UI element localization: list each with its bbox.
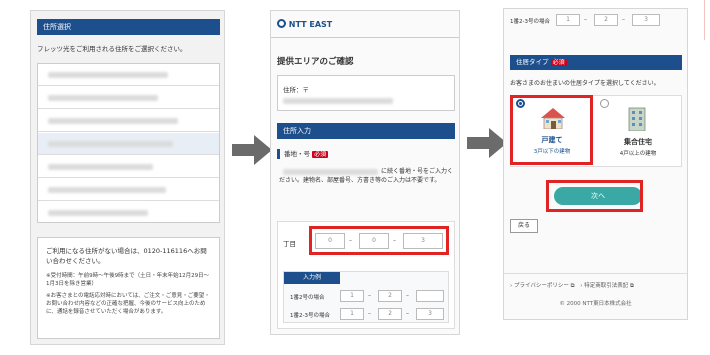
banchi-instruction: に続く番地・号をご入力ください。建物名、部屋番号、方書き等のご入力は不要です。: [279, 168, 454, 184]
example1-field-2: 2: [378, 290, 402, 302]
arrow-right-icon: [232, 135, 272, 165]
contact-main-text: ご利用になる住所がない場合は、0120-116116へお問い合わせください。: [46, 247, 207, 265]
area-check-panel: NTT EAST 提供エリアのご確認 住所：〒 住所入力 番地・号 必須 に続く…: [270, 10, 460, 335]
highlight-input-box: [309, 226, 449, 255]
example1-field-3: [416, 290, 444, 302]
option-apartment-sub: 4戸以上の建物: [619, 151, 657, 157]
address-select-panel: 住所選択 フレッツ光をご利用される住所をご選択ください。 ご利用になる住所がない…: [30, 10, 225, 345]
example1-label: 1番2号の場合: [290, 295, 325, 301]
decorative-edge: [704, 0, 710, 40]
address-label: 住所：〒: [283, 86, 309, 94]
residence-instruction: お客さまのお住まいの住居タイプを選択してください。: [510, 80, 660, 87]
top-example-field-3: 3: [632, 14, 660, 26]
residence-type-panel: 1番2-3号の場合 1 – 2 – 3 住居タイプ 必須 お客さまのお住まいの住…: [503, 8, 688, 320]
list-item[interactable]: [38, 202, 219, 224]
contact-info-box: ご利用になる住所がない場合は、0120-116116へお問い合わせください。 ※…: [37, 237, 220, 339]
copyright: © 2000 NTT東日本株式会社: [559, 301, 632, 307]
list-item[interactable]: [38, 179, 219, 201]
required-badge: 必須: [312, 151, 329, 158]
privacy-policy-link[interactable]: プライバシーポリシー: [514, 283, 569, 289]
list-item[interactable]: [38, 110, 219, 132]
option-apartment[interactable]: 集合住宅 4戸以上の建物: [598, 97, 678, 163]
option-apartment-title: 集合住宅: [624, 138, 652, 146]
tokusho-link[interactable]: 特定商取引法表記: [584, 283, 628, 289]
example2-label: 1番2-3号の場合: [290, 313, 330, 319]
arrow-right-icon: [467, 128, 507, 158]
chevron-right-icon: ›: [510, 283, 513, 289]
address-select-header: 住所選択: [37, 19, 220, 35]
external-link-icon: ⧉: [630, 283, 634, 289]
example-header: 入力例: [284, 272, 340, 284]
example2-field-3: 3: [416, 308, 444, 320]
ntt-logo: NTT EAST: [277, 19, 332, 31]
top-example-field-2: 2: [594, 14, 618, 26]
external-link-icon: ⧉: [570, 283, 575, 289]
example2-field-2: 2: [378, 308, 402, 320]
list-item[interactable]: [38, 156, 219, 178]
residence-type-title: 住居タイプ: [516, 58, 549, 66]
list-item[interactable]: [38, 133, 219, 155]
ntt-logo-icon: [277, 19, 286, 28]
chome-label: 丁目: [283, 240, 296, 248]
top-example-label: 1番2-3号の場合: [510, 19, 550, 25]
separator-dash: –: [622, 16, 625, 23]
back-button[interactable]: 戻る: [510, 219, 538, 233]
list-item[interactable]: [38, 87, 219, 109]
separator-dash: –: [406, 310, 409, 317]
address-display: 住所：〒: [277, 75, 455, 111]
apartment-icon: [628, 107, 646, 131]
top-example-field-1: 1: [556, 14, 580, 26]
example2-field-1: 1: [340, 308, 364, 320]
separator-dash: –: [406, 292, 409, 299]
banchi-label: 番地・号: [284, 150, 310, 158]
address-list: [37, 63, 220, 223]
example1-field-1: 1: [340, 290, 364, 302]
residence-type-header: 住居タイプ 必須: [510, 55, 682, 70]
separator-dash: –: [368, 292, 371, 299]
radio-unselected[interactable]: [600, 99, 609, 108]
contact-note-hours: ※受付時間：午前9時〜午後9時まで（土日・年末年始12月29日〜1月3日を除き営…: [46, 273, 210, 287]
list-item[interactable]: [38, 64, 219, 86]
address-input-header: 住所入力: [277, 123, 455, 139]
banchi-label-row: 番地・号 必須: [277, 149, 329, 159]
page-title: 提供エリアのご確認: [277, 57, 354, 67]
contact-note-recording: ※お客さまとの電話応対時においては、ご注文・ご意見・ご要望・お問い合わせ内容など…: [46, 293, 210, 315]
chevron-right-icon: ›: [580, 283, 583, 289]
required-badge: 必須: [550, 59, 567, 66]
separator-dash: –: [584, 16, 587, 23]
separator-dash: –: [368, 310, 371, 317]
footer-links: › プライバシーポリシー ⧉ › 特定商取引法表記 ⧉: [510, 281, 634, 290]
example-box: 入力例 1番2号の場合 1 – 2 – 1番2-3号の場合 1 – 2 – 3: [283, 271, 449, 323]
address-select-instruction: フレッツ光をご利用される住所をご選択ください。: [37, 45, 187, 53]
highlight-house-option: [510, 95, 593, 165]
highlight-next-button: [546, 180, 643, 212]
ntt-logo-text: NTT EAST: [288, 20, 333, 29]
